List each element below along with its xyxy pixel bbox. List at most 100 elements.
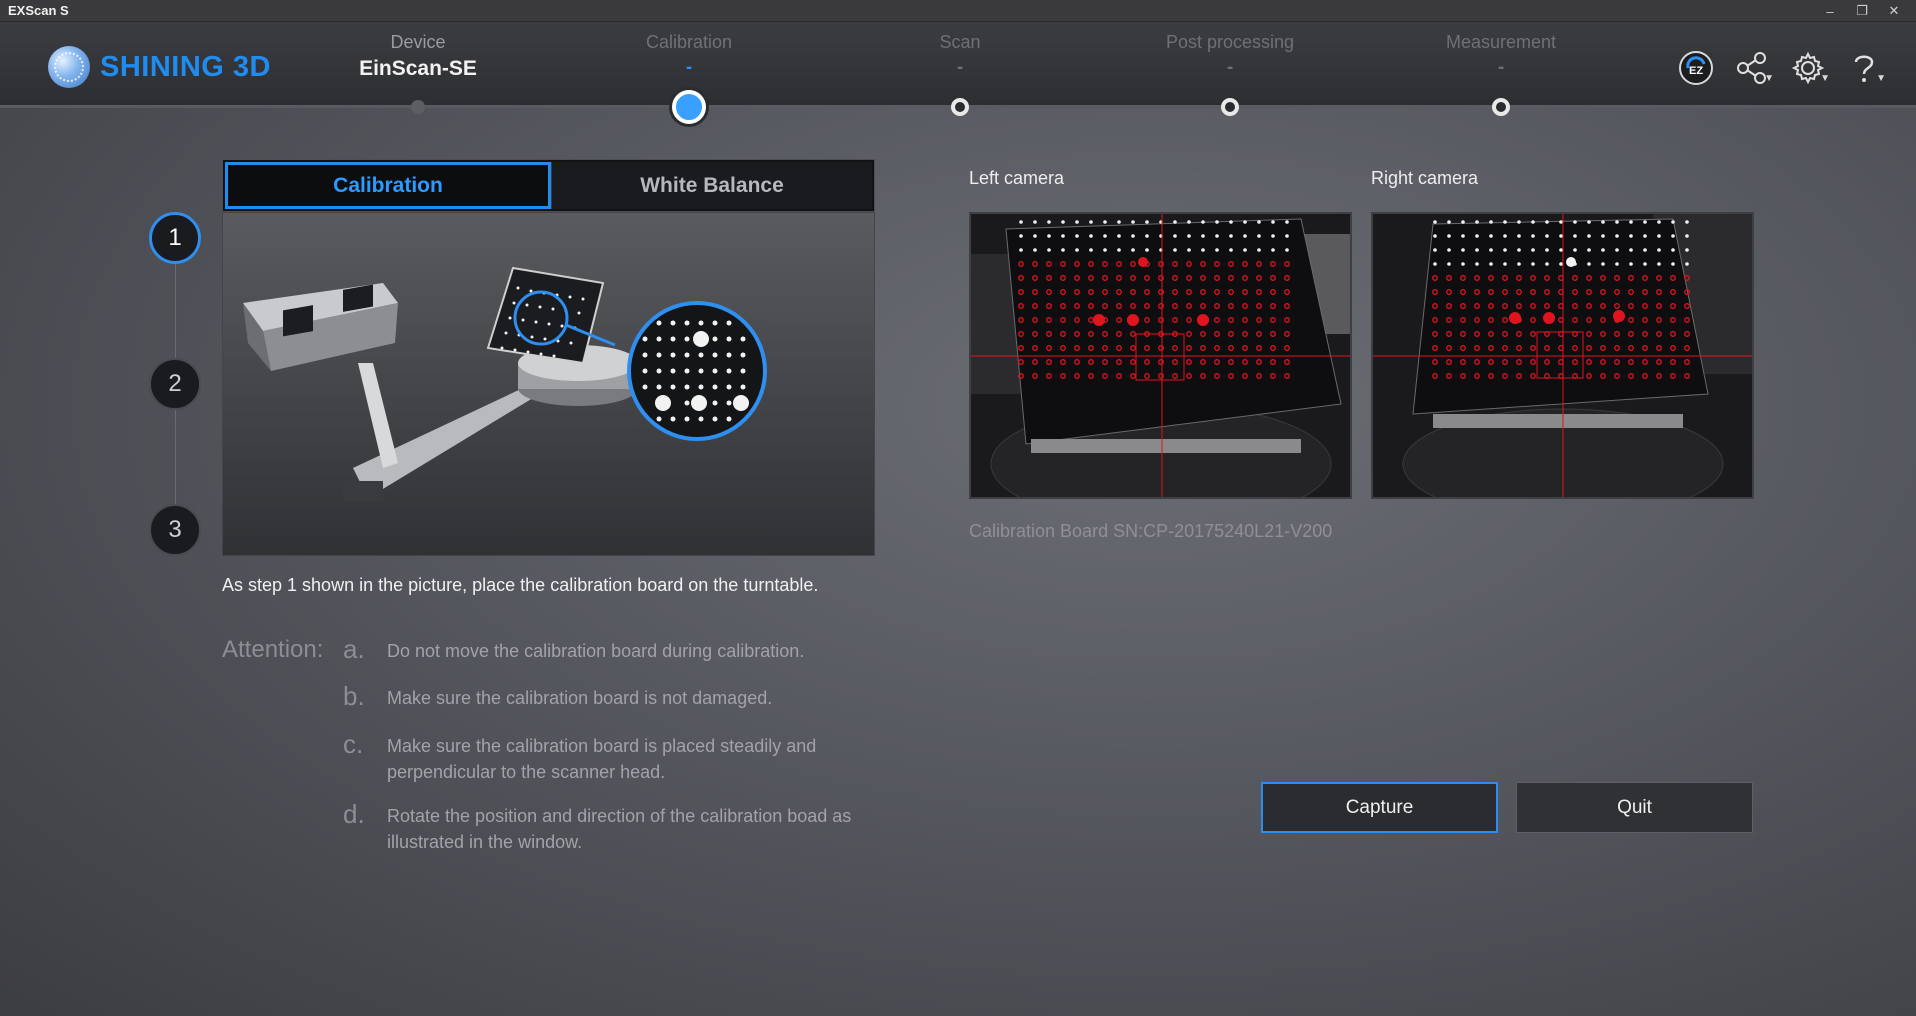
attention-title: Attention:	[222, 636, 324, 663]
calibration-dot	[1187, 220, 1191, 224]
calibration-dot	[1601, 220, 1605, 224]
step-value: -	[685, 57, 693, 78]
calibration-dot	[1201, 234, 1205, 238]
calibration-dot	[1461, 262, 1465, 266]
calibration-dot	[1047, 248, 1051, 252]
calibration-dot	[1657, 262, 1661, 266]
calibration-dot	[1173, 234, 1177, 238]
step-number-3: 3	[149, 504, 201, 556]
app-title: EXScan S	[8, 3, 69, 18]
settings-button[interactable]: ▼	[1780, 48, 1836, 88]
attention-item: a. Do not move the calibration board dur…	[343, 634, 804, 665]
right-camera-view[interactable]	[1371, 212, 1754, 499]
step-value: EinScan-SE	[359, 57, 477, 80]
calibration-dot	[1243, 220, 1247, 224]
calibration-dot	[1047, 234, 1051, 238]
calibration-dot	[1517, 220, 1521, 224]
calibration-dot	[1215, 234, 1219, 238]
calibration-dot	[1243, 248, 1247, 252]
help-button[interactable]: ▼	[1836, 48, 1892, 88]
step-connector	[175, 410, 176, 504]
tab-calibration[interactable]: Calibration	[225, 162, 551, 209]
share-button[interactable]: ▼	[1724, 48, 1780, 88]
step-measurement[interactable]: Measurement -	[1391, 32, 1611, 79]
calibration-dot	[1033, 220, 1037, 224]
calibration-dot	[1643, 234, 1647, 238]
calibration-dot	[1433, 220, 1437, 224]
step-label: Device	[390, 32, 446, 52]
minimize-button[interactable]: –	[1814, 0, 1846, 22]
tab-bar: Calibration White Balance	[222, 159, 875, 212]
calibration-dot	[1285, 248, 1289, 252]
calibration-dot	[1643, 220, 1647, 224]
calibration-dot	[1573, 220, 1577, 224]
calibration-dot	[1461, 234, 1465, 238]
quit-button[interactable]: Quit	[1516, 782, 1753, 833]
calibration-dot	[1573, 234, 1577, 238]
calibration-dot	[1573, 248, 1577, 252]
calibration-dot	[1671, 234, 1675, 238]
left-camera-feed	[971, 214, 1350, 497]
step-value: -	[1497, 57, 1505, 78]
calibration-dot	[1531, 234, 1535, 238]
attention-letter: c.	[343, 729, 364, 759]
tab-white-balance[interactable]: White Balance	[551, 162, 872, 209]
attention-text: Rotate the position and direction of the…	[387, 806, 852, 852]
calibration-dot	[1615, 234, 1619, 238]
close-button[interactable]: ✕	[1878, 0, 1910, 22]
calibration-dot	[1475, 262, 1479, 266]
instruction-text: As step 1 shown in the picture, place th…	[222, 575, 819, 595]
calibration-dot	[1657, 220, 1661, 224]
calibration-dot	[1643, 262, 1647, 266]
calibration-dot	[1243, 234, 1247, 238]
step-post-processing[interactable]: Post processing -	[1120, 32, 1340, 79]
calibration-dot	[1601, 262, 1605, 266]
logo: SHINING 3D	[48, 46, 271, 88]
help-icon	[1854, 55, 1874, 82]
attention-item: b. Make sure the calibration board is no…	[343, 681, 772, 712]
calibration-dot	[1545, 220, 1549, 224]
calibration-dot	[1131, 234, 1135, 238]
attention-item: d. Rotate the position and direction of …	[343, 799, 867, 855]
attention-letter: a.	[343, 634, 365, 664]
calibration-dot	[1257, 220, 1261, 224]
calibration-dot	[1461, 220, 1465, 224]
calibration-dot	[1447, 248, 1451, 252]
calibration-dot	[1145, 234, 1149, 238]
capture-button[interactable]: Capture	[1261, 782, 1498, 833]
step-scan[interactable]: Scan -	[850, 32, 1070, 79]
calibration-illustration	[222, 212, 875, 556]
calibration-dot	[1257, 234, 1261, 238]
calibration-dot	[1447, 234, 1451, 238]
calibration-dot	[1033, 234, 1037, 238]
right-camera-feed	[1373, 214, 1752, 497]
calibration-dot	[1685, 262, 1689, 266]
step-calibration[interactable]: Calibration -	[579, 32, 799, 79]
calibration-dot	[1559, 262, 1563, 266]
calibration-dot	[1615, 248, 1619, 252]
step-dot-device	[411, 100, 425, 114]
header: SHINING 3D Device EinScan-SE Calibration…	[0, 22, 1916, 124]
calibration-dot	[1201, 248, 1205, 252]
ez-mode-button[interactable]: EZ	[1668, 48, 1724, 88]
calibration-dot	[1117, 234, 1121, 238]
left-camera-view[interactable]	[969, 212, 1352, 499]
calibration-dot	[1503, 262, 1507, 266]
step-value: -	[1226, 57, 1234, 78]
chevron-down-icon: ▼	[1876, 73, 1886, 84]
attention-letter: b.	[343, 681, 365, 711]
calibration-dot	[1089, 248, 1093, 252]
calibration-dot	[1601, 248, 1605, 252]
calibration-dot	[1489, 248, 1493, 252]
chevron-down-icon: ▼	[1764, 73, 1774, 84]
calibration-dot	[1215, 248, 1219, 252]
step-device[interactable]: Device EinScan-SE	[308, 32, 528, 81]
calibration-dot	[1559, 220, 1563, 224]
restore-button[interactable]: ❐	[1846, 0, 1878, 22]
attention-text: Do not move the calibration board during…	[387, 641, 805, 661]
calibration-dot	[1517, 234, 1521, 238]
scanner-turntable-illustration	[243, 266, 767, 501]
calibration-dot	[1285, 220, 1289, 224]
step-label: Calibration	[645, 32, 733, 52]
calibration-dot	[1433, 248, 1437, 252]
